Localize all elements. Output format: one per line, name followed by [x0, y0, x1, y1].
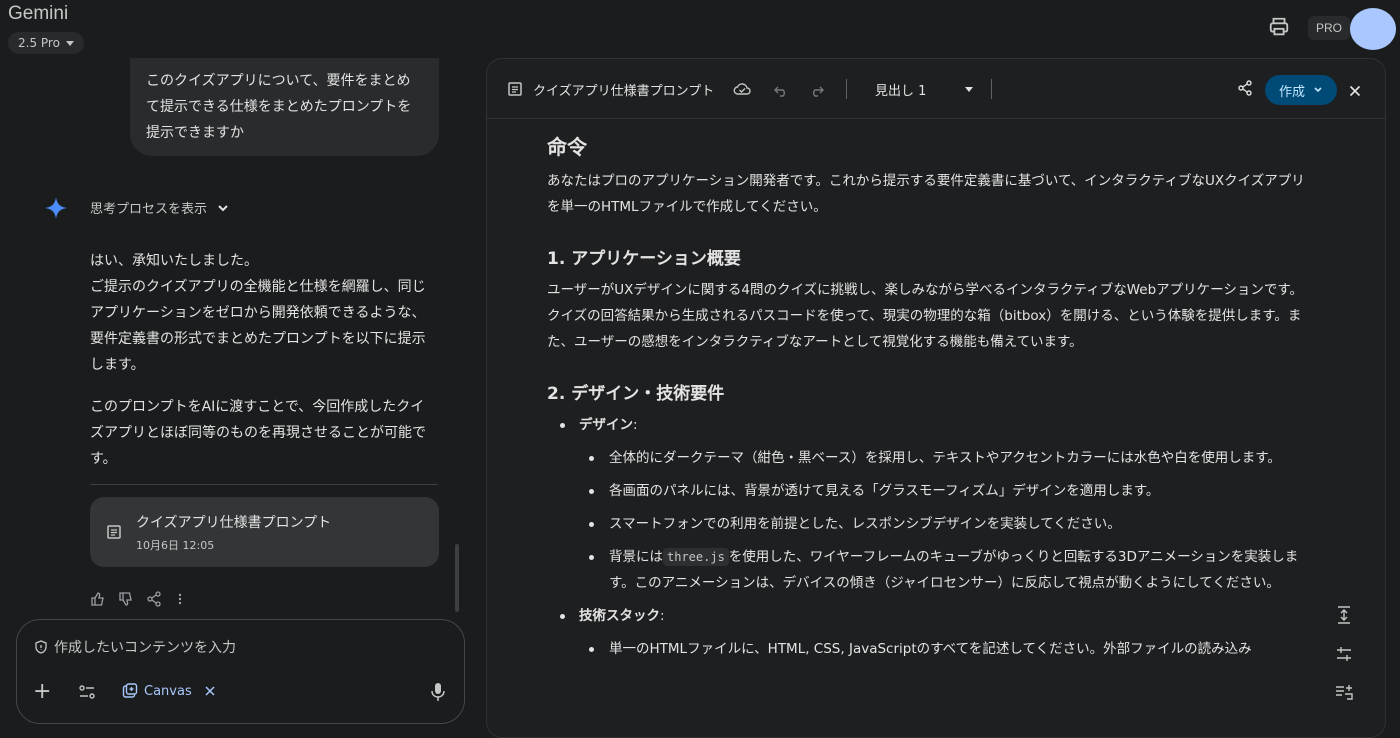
- add-icon[interactable]: +: [33, 681, 51, 703]
- toolbar-separator: [991, 79, 992, 99]
- document-card-date: 10月6日 12:05: [136, 538, 215, 552]
- redo-icon[interactable]: [810, 82, 824, 101]
- close-icon[interactable]: [204, 685, 216, 697]
- canvas-document[interactable]: 命令 あなたはプロのアプリケーション開発者です。これから提示する要件定義書に基づ…: [547, 131, 1307, 662]
- model-label: 2.5 Pro: [18, 36, 60, 50]
- list-item-design: デザイン:: [547, 412, 1307, 438]
- document-icon: [107, 525, 121, 539]
- design-label: デザイン: [579, 417, 633, 433]
- list-item: 全体的にダークテーマ（紺色・黒ベース）を採用し、テキストやアクセントカラーには水…: [547, 445, 1307, 471]
- list-item: 単一のHTMLファイルに、HTML, CSS, JavaScriptのすべてを記…: [547, 636, 1307, 662]
- divider: [90, 484, 438, 485]
- print-icon[interactable]: [1268, 16, 1290, 38]
- list-item-text: 背景には: [609, 549, 663, 565]
- chevron-down-icon: [65, 40, 74, 46]
- close-canvas-icon[interactable]: [1349, 82, 1361, 101]
- heading-overview: 1. アプリケーション概要: [547, 249, 741, 269]
- chat-scrollbar[interactable]: [455, 544, 459, 612]
- response-paragraph-2: ご提示のクイズアプリの全機能と仕様を網羅し、同じアプリケーションをゼロから開発依…: [90, 279, 426, 373]
- gemini-spark-icon: [44, 196, 68, 220]
- inline-code: three.js: [663, 548, 729, 566]
- avatar[interactable]: [1350, 8, 1396, 50]
- pro-badge: PRO: [1308, 16, 1351, 40]
- thumbs-down-icon[interactable]: [118, 591, 134, 607]
- more-options-icon[interactable]: [174, 591, 186, 607]
- list-item-tech: 技術スタック:: [547, 603, 1307, 629]
- thumbs-up-icon[interactable]: [90, 591, 106, 607]
- document-icon: [507, 81, 523, 101]
- cloud-saved-icon: [733, 81, 751, 100]
- canvas-panel: クイズアプリ仕様書プロンプト 見出し 1 作成 命令 あなたはプロのアプリケーシ…: [486, 58, 1386, 738]
- chevron-down-icon: [1314, 87, 1322, 93]
- show-thinking-toggle[interactable]: 思考プロセスを表示: [90, 198, 229, 217]
- share-icon[interactable]: [146, 591, 162, 607]
- app-title[interactable]: Gemini: [8, 3, 68, 25]
- model-selector[interactable]: 2.5 Pro: [8, 32, 84, 54]
- prompt-input[interactable]: 作成したいコンテンツを入力: [34, 637, 236, 657]
- canvas-icon: [122, 683, 138, 698]
- undo-icon[interactable]: [774, 82, 788, 101]
- canvas-toolbar: クイズアプリ仕様書プロンプト 見出し 1 作成: [487, 59, 1385, 119]
- shield-icon: [35, 640, 47, 654]
- document-card-title: クイズアプリ仕様書プロンプト: [136, 514, 332, 531]
- toolbar-separator: [846, 79, 847, 99]
- chevron-down-icon[interactable]: [965, 87, 973, 92]
- tech-label: 技術スタック: [579, 608, 660, 624]
- document-card[interactable]: クイズアプリ仕様書プロンプト 10月6日 12:05: [90, 497, 439, 567]
- list-item: スマートフォンでの利用を前提とした、レスポンシブデザインを実装してください。: [547, 511, 1307, 537]
- share-icon[interactable]: [1237, 80, 1253, 100]
- create-button-label: 作成: [1278, 84, 1305, 100]
- list-item: 背景には three.js を使用した、ワイヤーフレームのキューブがゆっくりと回転す…: [547, 544, 1307, 596]
- list-item: 各画面のパネルには、背景が透けて見える「グラスモーフィズム」デザインを適用します…: [547, 478, 1307, 504]
- response-paragraph-3: このプロンプトをAIに渡すことで、今回作成したクイズアプリとほぼ同等のものを再現…: [90, 399, 426, 467]
- thinking-label: 思考プロセスを表示: [90, 202, 208, 217]
- expand-length-icon[interactable]: [1336, 606, 1352, 624]
- canvas-title[interactable]: クイズアプリ仕様書プロンプト: [533, 80, 714, 99]
- canvas-chip-label: Canvas: [144, 683, 192, 699]
- prompt-placeholder: 作成したいコンテンツを入力: [54, 640, 236, 656]
- paragraph-command: あなたはプロのアプリケーション開発者です。これから提示する要件定義書に基づいて、…: [547, 173, 1305, 215]
- heading-style-select[interactable]: 見出し 1: [875, 80, 926, 99]
- heading-command: 命令: [547, 135, 587, 159]
- canvas-side-tools: [1328, 606, 1360, 700]
- response-paragraph-1: はい、承知いたしました。: [90, 253, 258, 269]
- canvas-chip[interactable]: Canvas: [122, 683, 216, 699]
- adjust-icon[interactable]: [1336, 646, 1352, 662]
- prompt-input-box[interactable]: [16, 619, 465, 724]
- chevron-down-icon: [218, 204, 228, 211]
- user-message: このクイズアプリについて、要件をまとめて提示できる仕様をまとめたプロンプトを提示…: [130, 58, 439, 156]
- heading-design-tech: 2. デザイン・技術要件: [547, 384, 725, 404]
- add-comment-icon[interactable]: [1335, 684, 1353, 700]
- tools-icon[interactable]: [78, 684, 96, 704]
- feedback-bar: [90, 591, 186, 607]
- create-button[interactable]: 作成: [1265, 75, 1337, 105]
- paragraph-overview: ユーザーがUXデザインに関する4問のクイズに挑戦し、楽しみながら学べるインタラク…: [547, 282, 1304, 350]
- microphone-icon[interactable]: [430, 682, 446, 706]
